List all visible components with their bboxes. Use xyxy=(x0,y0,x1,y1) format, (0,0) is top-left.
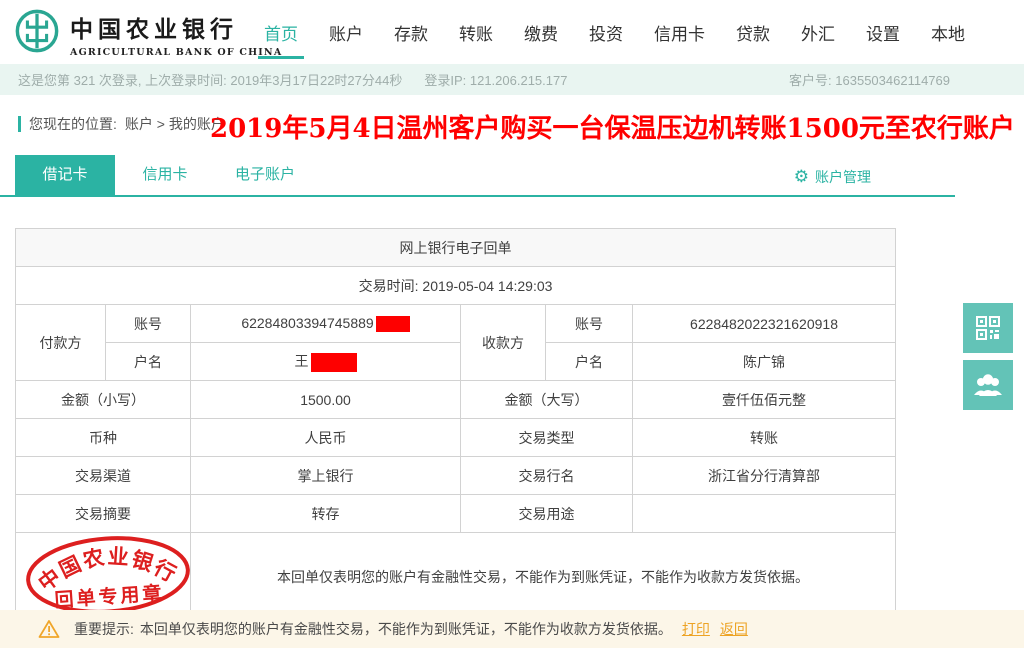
amount-lower-value: 1500.00 xyxy=(190,380,461,419)
purpose-value xyxy=(631,494,897,533)
nav-item-investment[interactable]: 投资 xyxy=(587,2,625,63)
payer-name-text: 王 xyxy=(294,353,309,370)
payer-name-value: 王 xyxy=(190,342,461,381)
qr-code-icon xyxy=(976,316,1000,340)
bank-name-value: 浙江省分行清算部 xyxy=(631,456,897,495)
nav-item-transfer[interactable]: 转账 xyxy=(457,2,495,63)
customer-service-button[interactable] xyxy=(963,360,1013,410)
bank-name-cn: 中国农业银行 xyxy=(70,15,238,43)
back-link[interactable]: 返回 xyxy=(720,619,748,639)
nav-item-credit-card[interactable]: 信用卡 xyxy=(652,2,707,63)
nav-item-payments[interactable]: 缴费 xyxy=(522,2,560,63)
account-manage-label: 账户管理 xyxy=(815,169,871,185)
payer-account-number: 62284803394745889 xyxy=(241,314,374,331)
header: 中国农业银行 AGRICULTURAL BANK OF CHINA 首页 账户 … xyxy=(0,0,1024,64)
amount-lower-label: 金额（小写） xyxy=(15,380,191,419)
currency-label: 币种 xyxy=(15,418,191,457)
account-type-tabs: 借记卡 信用卡 电子账户 ⚙ 账户管理 xyxy=(0,155,955,197)
warning-icon xyxy=(38,620,60,638)
nav-item-forex[interactable]: 外汇 xyxy=(799,2,837,63)
payee-account-label: 账号 xyxy=(545,304,633,343)
table-row: 交易摘要 转存 交易用途 xyxy=(15,494,897,533)
print-link[interactable]: 打印 xyxy=(682,619,710,639)
transaction-type-value: 转账 xyxy=(631,418,897,457)
payee-account-value: 6228482022321620918 xyxy=(631,304,897,343)
payee-name-value: 陈广锦 xyxy=(631,342,897,381)
tab-debit-card[interactable]: 借记卡 xyxy=(15,155,115,195)
nav-item-accounts[interactable]: 账户 xyxy=(327,2,365,63)
receipt-note: 本回单仅表明您的账户有金融性交易，不能作为到账凭证，不能作为收款方发货依据。 xyxy=(189,532,897,621)
transaction-time-label: 交易时间: xyxy=(358,277,419,294)
summary-label: 交易摘要 xyxy=(15,494,191,533)
payee-name-label: 户名 xyxy=(545,342,633,381)
footer-warning-label: 重要提示: xyxy=(74,621,134,637)
svg-text:回单专用章: 回单专用章 xyxy=(54,581,165,612)
channel-label: 交易渠道 xyxy=(15,456,191,495)
login-ip-text: 登录IP: 121.206.215.177 xyxy=(424,73,568,88)
breadcrumb: 您现在的位置: 账户 > 我的账户 xyxy=(18,114,225,134)
customer-number-text: 客户号: 1635503462114769 xyxy=(789,73,950,88)
breadcrumb-prefix: 您现在的位置: xyxy=(29,116,117,132)
payer-account-label: 账号 xyxy=(105,304,191,343)
purpose-label: 交易用途 xyxy=(460,494,633,533)
table-row: 交易渠道 掌上银行 交易行名 浙江省分行清算部 xyxy=(15,456,897,495)
tab-electronic-account[interactable]: 电子账户 xyxy=(215,155,315,195)
currency-value: 人民币 xyxy=(190,418,461,457)
nav-item-local[interactable]: 本地 xyxy=(929,2,967,63)
footer-warning-bar: 重要提示: 本回单仅表明您的账户有金融性交易，不能作为到账凭证，不能作为收款方发… xyxy=(0,610,1024,648)
payer-group-label: 付款方 xyxy=(15,304,106,381)
login-count-text: 这是您第 321 次登录, 上次登录时间: 2019年3月17日22时27分44… xyxy=(18,73,403,88)
payer-account-value: 62284803394745889 xyxy=(190,304,461,343)
bank-name-label: 交易行名 xyxy=(460,456,633,495)
table-row: 金额（小写） 1500.00 金额（大写） 壹仟伍佰元整 xyxy=(15,380,897,419)
nav-item-deposits[interactable]: 存款 xyxy=(392,2,430,63)
payer-name-label: 户名 xyxy=(105,342,191,381)
bank-logo: 中国农业银行 AGRICULTURAL BANK OF CHINA xyxy=(14,8,282,59)
payee-group-label: 收款方 xyxy=(460,304,546,381)
redaction-box xyxy=(310,352,357,372)
main-nav: 首页 账户 存款 转账 缴费 投资 信用卡 贷款 外汇 设置 本地 xyxy=(258,0,967,64)
channel-value: 掌上银行 xyxy=(190,456,461,495)
transaction-time-value: 2019-05-04 14:29:03 xyxy=(422,277,553,294)
gear-icon: ⚙ xyxy=(793,166,809,187)
redaction-box xyxy=(375,316,410,333)
amount-upper-label: 金额（大写） xyxy=(460,380,633,419)
account-manage-link[interactable]: ⚙ 账户管理 xyxy=(794,167,871,187)
e-receipt-table: 网上银行电子回单 交易时间: 2019-05-04 14:29:03 付款方 账… xyxy=(14,228,897,621)
bank-name-en: AGRICULTURAL BANK OF CHINA xyxy=(70,46,283,58)
footer-warning-text: 本回单仅表明您的账户有金融性交易，不能作为到账凭证，不能作为收款方发货依据。 xyxy=(139,621,672,637)
tab-credit-card[interactable]: 信用卡 xyxy=(115,155,215,195)
breadcrumb-accent-bar xyxy=(18,116,21,132)
side-floating-buttons xyxy=(963,303,1013,410)
nav-item-home[interactable]: 首页 xyxy=(258,2,304,63)
transaction-time-row: 交易时间: 2019-05-04 14:29:03 xyxy=(14,266,897,305)
transaction-type-label: 交易类型 xyxy=(460,418,633,457)
table-row: 币种 人民币 交易类型 转账 xyxy=(15,418,897,457)
red-annotation-text: 2019年5月4日温州客户购买一台保温压边机转账1500元至农行账户 xyxy=(210,114,1015,144)
amount-upper-value: 壹仟伍佰元整 xyxy=(631,380,897,419)
nav-item-settings[interactable]: 设置 xyxy=(864,2,902,63)
receipt-stamp-cell: 中国农业银行 回单专用章 xyxy=(15,532,191,621)
receipt-title: 网上银行电子回单 xyxy=(14,228,897,267)
people-icon xyxy=(974,374,1002,396)
login-info-bar: 这是您第 321 次登录, 上次登录时间: 2019年3月17日22时27分44… xyxy=(0,64,1024,95)
bank-emblem-icon xyxy=(14,8,60,59)
nav-item-loans[interactable]: 贷款 xyxy=(734,2,772,63)
qr-code-button[interactable] xyxy=(963,303,1013,353)
bank-stamp: 中国农业银行 回单专用章 xyxy=(26,536,190,614)
summary-value: 转存 xyxy=(190,494,461,533)
